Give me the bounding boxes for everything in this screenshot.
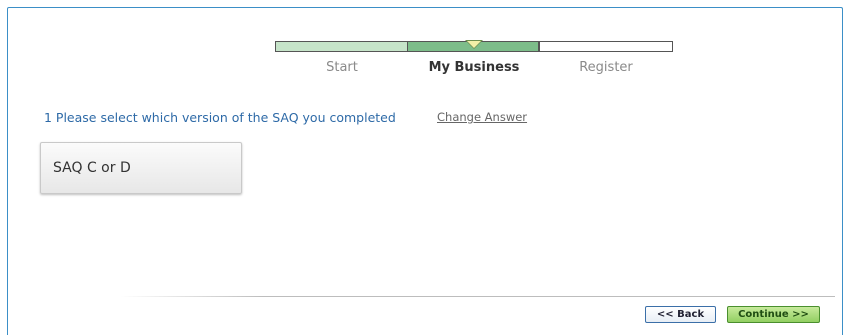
- step-label-my-business: My Business: [428, 60, 520, 75]
- back-button[interactable]: << Back: [645, 306, 716, 323]
- question-text: 1 Please select which version of the SAQ…: [44, 110, 396, 125]
- footer-divider: [120, 296, 835, 297]
- continue-button[interactable]: Continue >>: [727, 306, 820, 323]
- current-step-marker-icon: [467, 41, 481, 48]
- progress-segment-register: [539, 41, 673, 52]
- saq-answer-label: SAQ C or D: [53, 160, 131, 176]
- progress-segment-start: [275, 41, 408, 52]
- step-label-start: Start: [326, 60, 358, 75]
- saq-answer-button[interactable]: SAQ C or D: [40, 142, 242, 194]
- step-label-register: Register: [579, 60, 633, 75]
- change-answer-link[interactable]: Change Answer: [437, 110, 527, 124]
